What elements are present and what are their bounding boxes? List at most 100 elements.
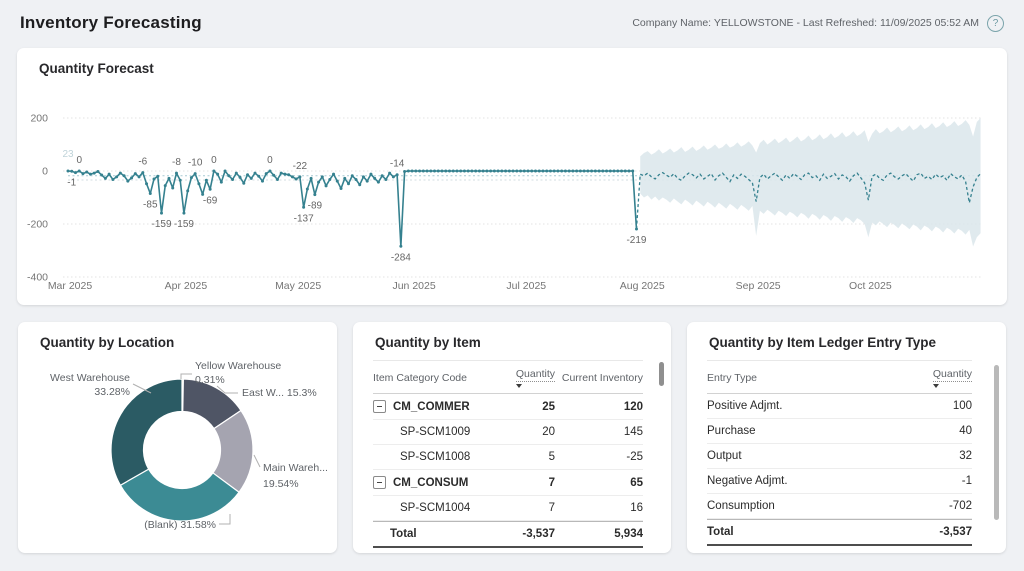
history-point[interactable]: [377, 181, 380, 184]
history-point[interactable]: [444, 170, 447, 173]
history-point[interactable]: [575, 170, 578, 173]
help-icon[interactable]: ?: [987, 15, 1004, 32]
history-point[interactable]: [373, 177, 376, 180]
history-point[interactable]: [145, 182, 148, 185]
history-point[interactable]: [485, 170, 488, 173]
history-point[interactable]: [459, 170, 462, 173]
history-point[interactable]: [317, 181, 320, 184]
history-point[interactable]: [556, 170, 559, 173]
history-point[interactable]: [197, 182, 200, 185]
history-point[interactable]: [272, 174, 275, 177]
history-point[interactable]: [336, 180, 339, 183]
history-point[interactable]: [96, 170, 99, 173]
history-point[interactable]: [583, 170, 586, 173]
history-point[interactable]: [523, 170, 526, 173]
history-point[interactable]: [362, 175, 365, 178]
history-point[interactable]: [564, 170, 567, 173]
history-point[interactable]: [175, 172, 178, 175]
history-point[interactable]: [489, 170, 492, 173]
history-point[interactable]: [508, 170, 511, 173]
history-point[interactable]: [549, 170, 552, 173]
history-point[interactable]: [411, 170, 414, 173]
history-point[interactable]: [512, 170, 515, 173]
collapse-icon[interactable]: [373, 400, 386, 413]
history-point[interactable]: [81, 172, 84, 175]
history-point[interactable]: [448, 170, 451, 173]
history-point[interactable]: [590, 170, 593, 173]
column-header-quantity[interactable]: Quantity: [505, 368, 555, 388]
history-point[interactable]: [586, 170, 589, 173]
history-point[interactable]: [310, 177, 313, 180]
ledger-table-scrollbar[interactable]: [994, 365, 999, 520]
history-point[interactable]: [474, 170, 477, 173]
history-point[interactable]: [182, 212, 185, 215]
history-point[interactable]: [257, 175, 260, 178]
history-point[interactable]: [429, 170, 432, 173]
history-point[interactable]: [366, 180, 369, 183]
history-point[interactable]: [209, 188, 212, 191]
history-point[interactable]: [287, 173, 290, 176]
history-point[interactable]: [493, 170, 496, 173]
history-point[interactable]: [601, 170, 604, 173]
history-point[interactable]: [89, 173, 92, 176]
forecast-chart[interactable]: 2000-200-400Mar 2025Apr 2025May 2025Jun …: [17, 48, 1007, 305]
history-point[interactable]: [164, 184, 167, 187]
column-header-item-category[interactable]: Item Category Code: [373, 372, 505, 384]
history-point[interactable]: [126, 180, 129, 183]
history-point[interactable]: [239, 176, 242, 179]
history-point[interactable]: [598, 170, 601, 173]
history-point[interactable]: [242, 182, 245, 185]
history-point[interactable]: [328, 178, 331, 181]
history-point[interactable]: [470, 170, 473, 173]
history-point[interactable]: [631, 170, 634, 173]
history-point[interactable]: [205, 179, 208, 182]
history-point[interactable]: [138, 175, 141, 178]
history-point[interactable]: [388, 172, 391, 175]
donut-chart[interactable]: Yellow Warehouse0.31%East W... 15.3%Main…: [18, 322, 337, 553]
history-point[interactable]: [609, 170, 612, 173]
table-row[interactable]: Output32: [707, 444, 972, 469]
history-point[interactable]: [422, 170, 425, 173]
table-row[interactable]: Consumption-702: [707, 494, 972, 519]
history-point[interactable]: [594, 170, 597, 173]
history-point[interactable]: [369, 173, 372, 176]
history-point[interactable]: [119, 172, 122, 175]
history-point[interactable]: [231, 178, 234, 181]
column-header-quantity[interactable]: Quantity: [902, 368, 972, 388]
history-point[interactable]: [130, 176, 133, 179]
history-point[interactable]: [347, 182, 350, 185]
history-point[interactable]: [280, 172, 283, 175]
history-point[interactable]: [358, 183, 361, 186]
history-point[interactable]: [384, 178, 387, 181]
history-point[interactable]: [381, 174, 384, 177]
history-point[interactable]: [437, 170, 440, 173]
table-row[interactable]: SP-SCM10085-25: [373, 445, 643, 470]
history-point[interactable]: [414, 170, 417, 173]
history-point[interactable]: [246, 173, 249, 176]
history-point[interactable]: [67, 170, 70, 173]
table-row[interactable]: CM_COMMER25120: [373, 394, 643, 420]
history-point[interactable]: [265, 172, 268, 175]
history-point[interactable]: [171, 186, 174, 189]
history-point[interactable]: [396, 173, 399, 176]
history-point[interactable]: [224, 170, 227, 173]
history-point[interactable]: [500, 170, 503, 173]
history-point[interactable]: [541, 170, 544, 173]
history-point[interactable]: [276, 178, 279, 181]
history-point[interactable]: [527, 170, 530, 173]
history-point[interactable]: [104, 177, 107, 180]
history-point[interactable]: [283, 173, 286, 176]
history-point[interactable]: [78, 170, 81, 173]
history-point[interactable]: [212, 170, 215, 173]
history-point[interactable]: [313, 193, 316, 196]
history-point[interactable]: [467, 170, 470, 173]
history-point[interactable]: [534, 170, 537, 173]
history-point[interactable]: [620, 170, 623, 173]
history-point[interactable]: [141, 171, 144, 174]
history-point[interactable]: [426, 170, 429, 173]
history-point[interactable]: [298, 175, 301, 178]
history-point[interactable]: [149, 192, 152, 195]
history-point[interactable]: [343, 177, 346, 180]
history-point[interactable]: [455, 170, 458, 173]
table-row[interactable]: SP-SCM100920145: [373, 420, 643, 445]
